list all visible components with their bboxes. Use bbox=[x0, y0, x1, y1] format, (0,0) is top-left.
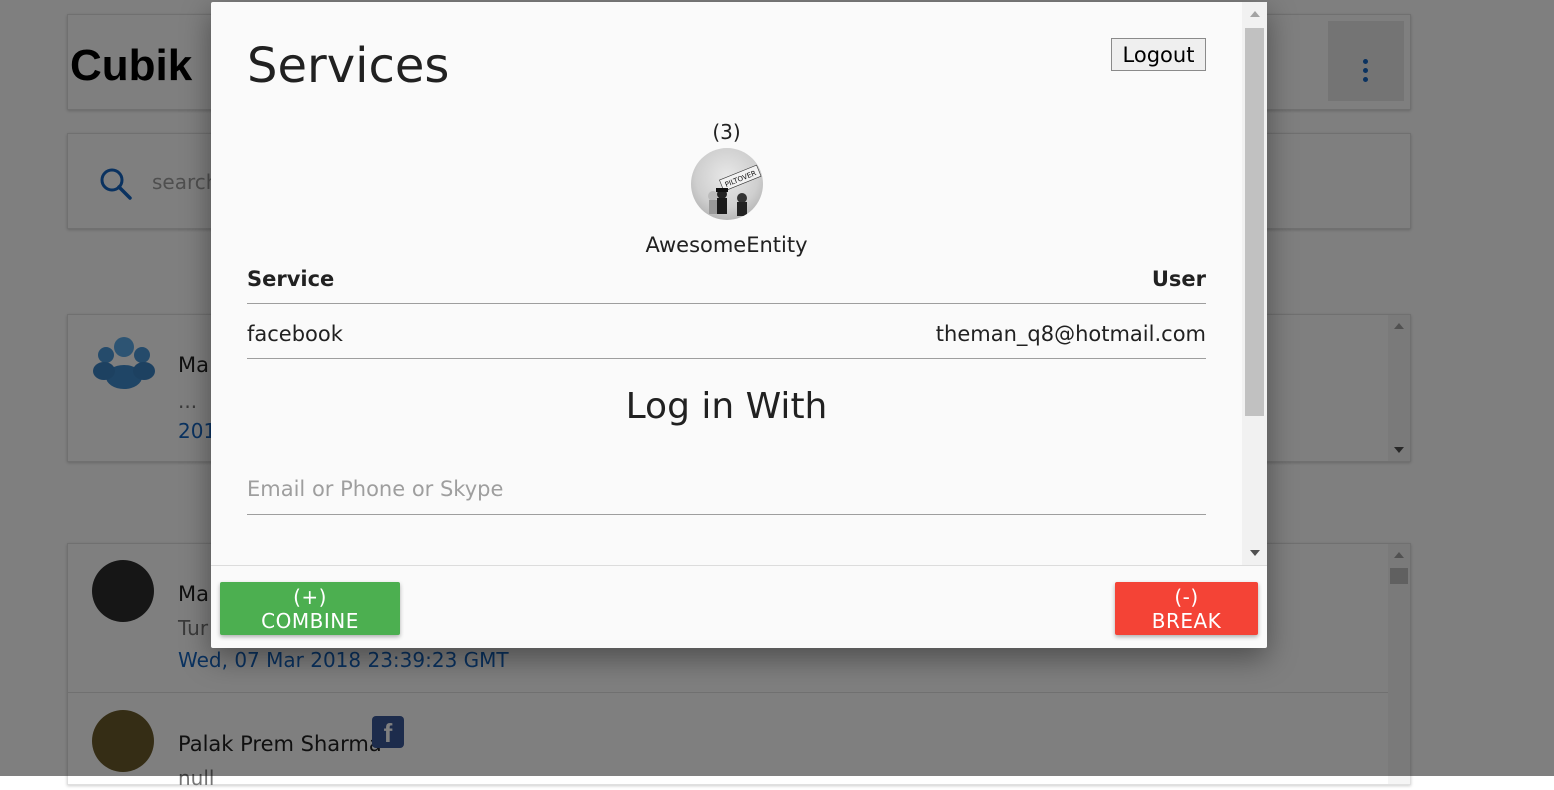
column-header-user: User bbox=[1151, 267, 1206, 291]
services-modal: Services Logout (3) PILTOVER AwesomeEnti… bbox=[211, 2, 1267, 648]
modal-scrollbar[interactable] bbox=[1242, 2, 1267, 565]
login-title: Log in With bbox=[625, 386, 828, 427]
logout-button[interactable]: Logout bbox=[1111, 38, 1206, 71]
user-cell: theman_q8@hotmail.com bbox=[935, 322, 1206, 346]
login-identifier-input[interactable] bbox=[247, 464, 1206, 515]
scrollbar-thumb[interactable] bbox=[1245, 28, 1264, 416]
column-header-service: Service bbox=[247, 267, 335, 291]
services-table: Service User facebook theman_q8@hotmail.… bbox=[247, 260, 1206, 359]
avatar-image: PILTOVER bbox=[708, 164, 762, 216]
scroll-up-arrow-icon[interactable] bbox=[1250, 11, 1260, 17]
modal-body: Services Logout (3) PILTOVER AwesomeEnti… bbox=[211, 2, 1242, 565]
entity-avatar: PILTOVER bbox=[691, 148, 763, 220]
service-cell: facebook bbox=[247, 322, 343, 346]
scroll-down-arrow-icon[interactable] bbox=[1250, 550, 1260, 556]
entity-name: AwesomeEntity bbox=[645, 233, 808, 257]
modal-title: Services bbox=[247, 38, 450, 94]
table-header: Service User bbox=[247, 260, 1206, 304]
break-button[interactable]: (-) BREAK bbox=[1115, 582, 1258, 635]
table-row: facebook theman_q8@hotmail.com bbox=[247, 304, 1206, 359]
entity-count: (3) bbox=[712, 120, 741, 144]
combine-button[interactable]: (+) COMBINE bbox=[220, 582, 400, 635]
modal-footer: (+) COMBINE (-) BREAK bbox=[211, 565, 1267, 649]
